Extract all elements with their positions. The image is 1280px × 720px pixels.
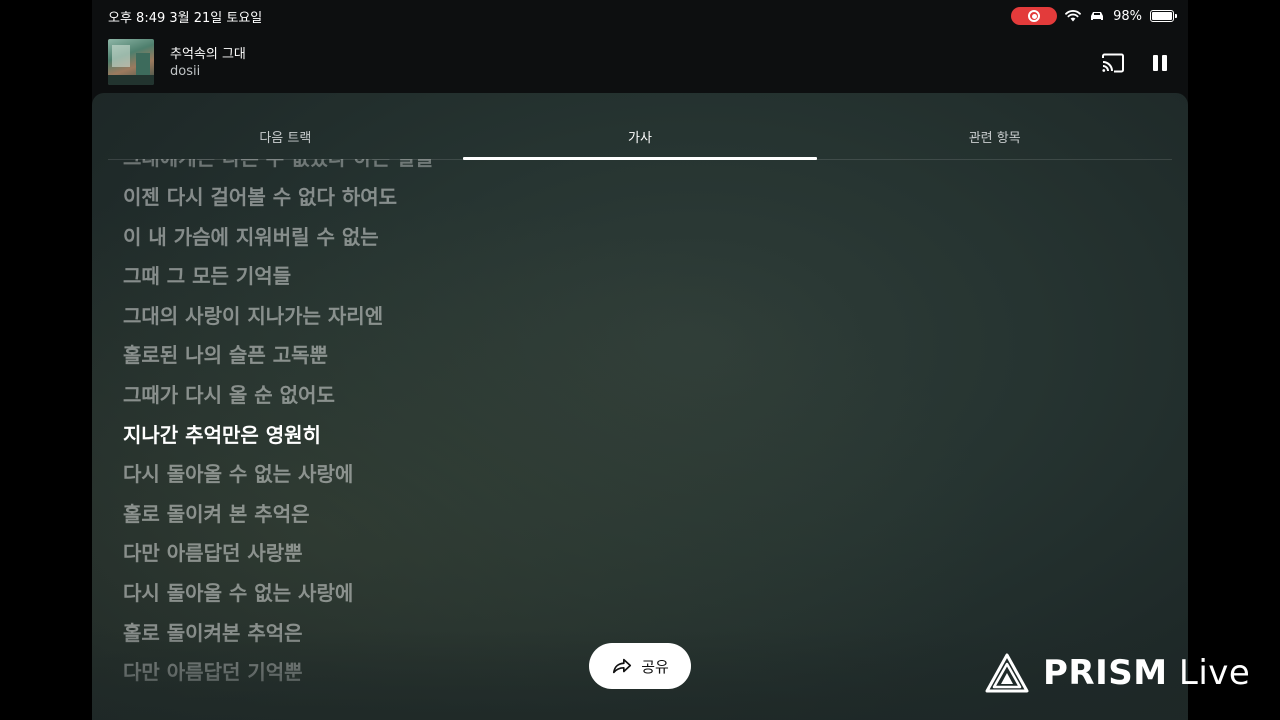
lyric-line[interactable]: 다만 아름답던 기억뿐 — [123, 660, 303, 684]
lyrics-sheet: 다음 트랙 가사 관련 항목 그대에게는 다른 수 없었다 하는 말을 이젠 다… — [92, 93, 1188, 720]
lyric-line[interactable]: 그때가 다시 올 순 없어도 — [123, 383, 335, 407]
lyric-line[interactable]: 이 내 가슴에 지워버릴 수 없는 — [123, 225, 379, 249]
lyrics-list[interactable]: 그대에게는 다른 수 없었다 하는 말을 이젠 다시 걸어볼 수 없다 하여도이… — [123, 159, 823, 720]
lyric-line[interactable]: 그때 그 모든 기억들 — [123, 264, 291, 288]
lyric-line[interactable]: 홀로된 나의 슬픈 고독뿐 — [123, 343, 328, 367]
track-title: 추억속의 그대 — [170, 47, 246, 62]
lyric-line[interactable]: 다시 돌아올 수 없는 사랑에 — [123, 581, 353, 605]
track-artist: dosii — [170, 64, 201, 79]
car-icon — [1091, 12, 1104, 20]
battery-fill — [1152, 12, 1172, 20]
status-time: 오후 8:49 3월 21일 토요일 — [108, 11, 263, 26]
tab-up-next[interactable]: 다음 트랙 — [108, 93, 463, 159]
wifi-icon — [1065, 10, 1081, 22]
share-icon — [613, 658, 632, 674]
album-art[interactable] — [108, 39, 154, 85]
tab-related[interactable]: 관련 항목 — [817, 93, 1172, 159]
tab-bar: 다음 트랙 가사 관련 항목 — [108, 93, 1172, 160]
pause-button[interactable] — [1150, 52, 1170, 74]
lyric-line-current[interactable]: 지나간 추억만은 영원히 — [123, 423, 321, 447]
lyric-line[interactable]: 다시 돌아올 수 없는 사랑에 — [123, 462, 353, 486]
screen-recording-indicator[interactable] — [1011, 7, 1058, 25]
lyric-line[interactable]: 홀로 돌이켜 본 추억은 — [123, 502, 310, 526]
lyric-line-partial: 그대에게는 다른 수 없었다 하는 말을 — [123, 159, 434, 170]
status-icons: 98% — [1011, 6, 1177, 26]
tab-lyrics[interactable]: 가사 — [462, 93, 818, 160]
mini-player[interactable]: 추억속의 그대 dosii — [92, 36, 1188, 90]
lyric-line[interactable]: 이젠 다시 걸어볼 수 없다 하여도 — [123, 185, 397, 209]
share-button[interactable]: 공유 — [589, 643, 691, 689]
status-bar: 오후 8:49 3월 21일 토요일 98% — [92, 0, 1188, 32]
lyric-line[interactable]: 그대의 사랑이 지나가는 자리엔 — [123, 304, 383, 328]
music-app-screen: 오후 8:49 3월 21일 토요일 98% 추억속의 그대 dosii 다음 … — [92, 0, 1188, 720]
battery-icon — [1150, 10, 1177, 22]
cast-icon[interactable] — [1100, 52, 1126, 74]
prism-suffix: Live — [1178, 653, 1251, 693]
lyric-line[interactable]: 홀로 돌이켜본 추억은 — [123, 621, 303, 645]
prism-live-watermark: PRISM Live — [985, 651, 1250, 695]
lyric-line[interactable]: 다만 아름답던 사랑뿐 — [123, 541, 303, 565]
record-icon — [1028, 10, 1041, 22]
prism-logo-icon — [985, 653, 1029, 693]
prism-live-text: PRISM Live — [1043, 653, 1250, 693]
prism-brand: PRISM — [1043, 653, 1168, 693]
share-label: 공유 — [641, 657, 669, 676]
battery-percentage: 98% — [1113, 8, 1142, 24]
